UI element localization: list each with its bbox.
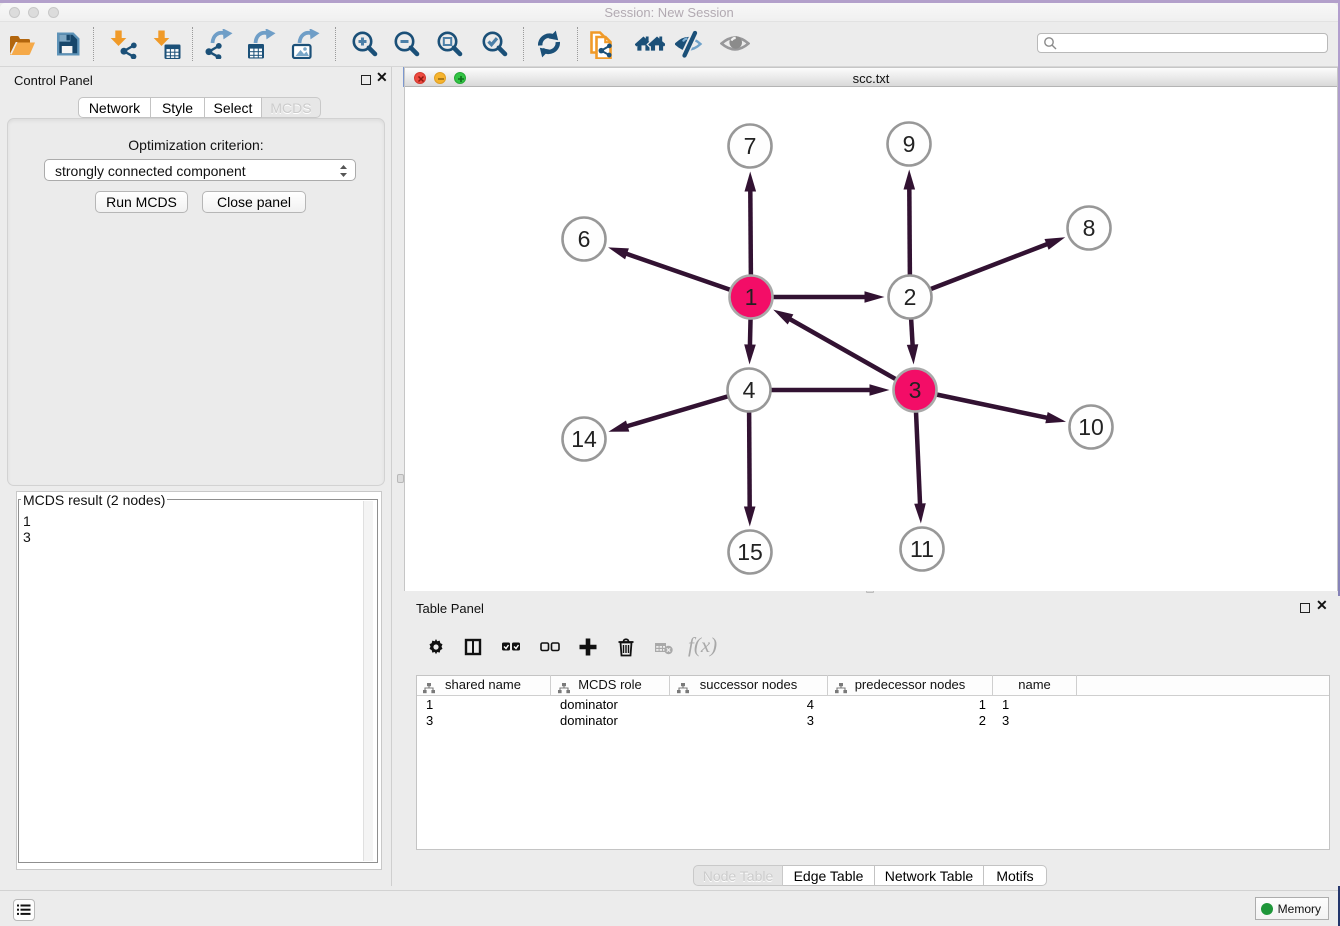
svg-text:6: 6 <box>578 226 591 252</box>
svg-text:3: 3 <box>909 377 922 403</box>
svg-text:4: 4 <box>743 377 756 403</box>
svg-text:1: 1 <box>745 284 758 310</box>
svg-text:8: 8 <box>1083 215 1096 241</box>
svg-text:11: 11 <box>910 536 934 562</box>
svg-text:9: 9 <box>903 131 916 157</box>
svg-text:10: 10 <box>1078 414 1104 440</box>
svg-text:7: 7 <box>744 133 757 159</box>
svg-text:14: 14 <box>571 426 597 452</box>
svg-text:15: 15 <box>737 539 763 565</box>
svg-text:2: 2 <box>904 284 917 310</box>
